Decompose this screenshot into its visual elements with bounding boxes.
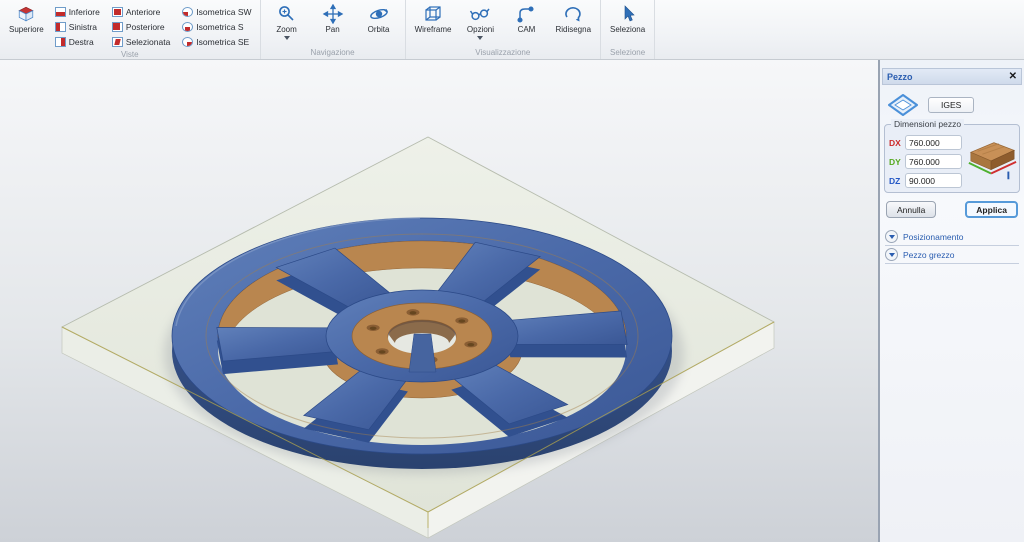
cube-top-view-icon <box>15 4 37 24</box>
viewport-scene <box>0 60 878 542</box>
section-pezzo-grezzo[interactable]: Pezzo grezzo <box>885 246 1019 264</box>
dim-row-dz: DZ <box>889 173 962 188</box>
dropdown-caret-icon <box>477 36 483 40</box>
ribbon-toolbar: Superiore Inferiore Sinistra Destra Ante… <box>0 0 1024 60</box>
opzioni-button[interactable]: Opzioni <box>460 2 500 42</box>
select-cursor-icon <box>617 4 639 24</box>
button-label: Superiore <box>9 25 44 34</box>
dz-input[interactable] <box>905 173 962 188</box>
dy-label: DY <box>889 157 902 167</box>
cube-right-face-icon <box>55 37 66 47</box>
view-isometrica-sw-button[interactable]: Isometrica SW <box>180 5 253 19</box>
view-selezionata-button[interactable]: Selezionata <box>110 35 172 49</box>
cube-back-face-icon <box>112 22 123 32</box>
cam-button[interactable]: CAM <box>506 2 546 36</box>
view-buttons-grid: Inferiore Sinistra Destra Anteriore Post… <box>53 5 254 49</box>
format-row: IGES <box>886 92 1020 118</box>
view-posteriore-button[interactable]: Posteriore <box>110 20 172 34</box>
view-anteriore-button[interactable]: Anteriore <box>110 5 172 19</box>
cancel-button[interactable]: Annulla <box>886 201 936 218</box>
view-destra-button[interactable]: Destra <box>53 35 102 49</box>
dropdown-caret-icon <box>284 36 290 40</box>
close-icon[interactable]: ✕ <box>1009 72 1017 82</box>
format-iges-button[interactable]: IGES <box>928 97 974 113</box>
redraw-icon <box>562 4 584 24</box>
cam-path-icon <box>515 4 537 24</box>
dimensions-title: Dimensioni pezzo <box>891 119 964 129</box>
ribbon-group-label: Visualizzazione <box>412 47 594 59</box>
seleziona-button[interactable]: Seleziona <box>607 2 648 36</box>
isometric-s-icon <box>182 22 193 32</box>
wireframe-icon <box>422 4 444 24</box>
isometric-se-icon <box>182 37 193 47</box>
view-isometrica-se-button[interactable]: Isometrica SE <box>180 35 253 49</box>
chevron-down-icon <box>885 230 898 243</box>
wireframe-button[interactable]: Wireframe <box>412 2 455 36</box>
panel-header: Pezzo ✕ <box>882 68 1022 85</box>
workpiece-plane-icon <box>886 92 920 118</box>
ribbon-group-visualizzazione: Wireframe Opzioni CAM <box>406 0 601 59</box>
cube-bottom-face-icon <box>55 7 66 17</box>
glasses-options-icon <box>469 4 491 24</box>
ribbon-group-selezione: Seleziona Selezione <box>601 0 655 59</box>
stock-preview <box>966 135 1018 188</box>
view-inferiore-button[interactable]: Inferiore <box>53 5 102 19</box>
ribbon-group-viste: Superiore Inferiore Sinistra Destra Ante… <box>0 0 261 59</box>
pan-icon <box>322 4 344 24</box>
dz-label: DZ <box>889 176 902 186</box>
ribbon-group-navigazione: Zoom Pan Or <box>261 0 406 59</box>
ribbon-group-label: Navigazione <box>267 47 399 59</box>
view-sinistra-button[interactable]: Sinistra <box>53 20 102 34</box>
view-superiore-button[interactable]: Superiore <box>6 2 47 36</box>
ribbon-group-label: Selezione <box>607 47 648 59</box>
panel-title: Pezzo <box>887 72 913 82</box>
orbit-icon <box>368 4 390 24</box>
dx-input[interactable] <box>905 135 962 150</box>
stock-board-icon <box>966 137 1018 183</box>
panel-buttons: Annulla Applica <box>886 201 1018 218</box>
zoom-icon <box>276 4 298 24</box>
ridisegna-button[interactable]: Ridisegna <box>552 2 594 36</box>
pezzo-panel: Pezzo ✕ IGES Dimensioni pezzo DX <box>878 60 1024 542</box>
app-window: Superiore Inferiore Sinistra Destra Ante… <box>0 0 1024 542</box>
section-posizionamento[interactable]: Posizionamento <box>885 228 1019 246</box>
chevron-down-icon <box>885 248 898 261</box>
dx-label: DX <box>889 138 902 148</box>
cube-selected-face-icon <box>112 37 123 47</box>
apply-button[interactable]: Applica <box>965 201 1018 218</box>
dimensions-groupbox: Dimensioni pezzo DX DY DZ <box>884 124 1020 193</box>
dy-input[interactable] <box>905 154 962 169</box>
wheel-part <box>164 218 684 474</box>
zoom-button[interactable]: Zoom <box>267 2 307 42</box>
viewport-3d[interactable] <box>0 60 878 542</box>
dim-row-dx: DX <box>889 135 962 150</box>
view-isometrica-s-button[interactable]: Isometrica S <box>180 20 253 34</box>
orbit-button[interactable]: Orbita <box>359 2 399 36</box>
pan-button[interactable]: Pan <box>313 2 353 36</box>
dim-row-dy: DY <box>889 154 962 169</box>
cube-front-face-icon <box>112 7 123 17</box>
isometric-sw-icon <box>182 7 193 17</box>
cube-left-face-icon <box>55 22 66 32</box>
